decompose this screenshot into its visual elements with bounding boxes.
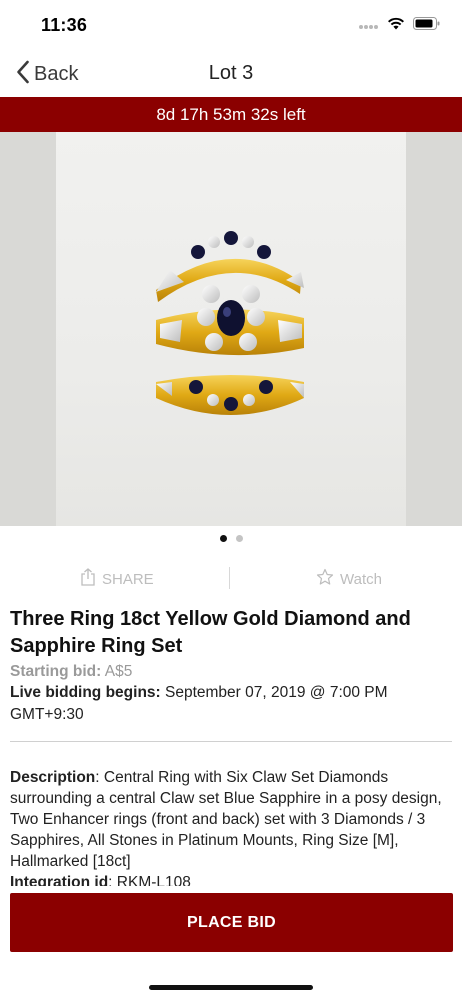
lot-description: Description: Central Ring with Six Claw … bbox=[10, 767, 450, 886]
ring-set-illustration bbox=[156, 231, 304, 415]
watch-button[interactable]: Watch bbox=[316, 564, 382, 594]
status-time: 11:36 bbox=[41, 15, 88, 35]
page-dot-1[interactable] bbox=[219, 535, 227, 542]
page-title: Lot 3 bbox=[208, 62, 254, 84]
starting-bid-label: Starting bid: bbox=[10, 663, 102, 680]
signal-dots-icon bbox=[359, 17, 379, 35]
nav-bar: Back Lot 3 bbox=[0, 50, 462, 97]
page-dot-2[interactable] bbox=[235, 535, 243, 542]
action-row: SHARE Watch bbox=[0, 564, 462, 594]
home-indicator[interactable] bbox=[149, 985, 313, 990]
star-icon bbox=[316, 568, 334, 590]
live-bidding: Live bidding begins: September 07, 2019 … bbox=[10, 682, 450, 726]
lot-photo bbox=[56, 132, 406, 526]
share-button[interactable]: SHARE bbox=[80, 564, 154, 594]
live-bidding-label: Live bidding begins: bbox=[10, 684, 161, 701]
status-bar: 11:36 bbox=[0, 0, 462, 50]
section-divider bbox=[10, 741, 452, 742]
share-label: SHARE bbox=[102, 570, 154, 588]
starting-bid: Starting bid: A$5 bbox=[10, 661, 132, 683]
image-gallery[interactable] bbox=[0, 132, 462, 526]
lot-title: Three Ring 18ct Yellow Gold Diamond and … bbox=[10, 608, 411, 657]
description-label: Description bbox=[10, 769, 96, 786]
integration-label: Integration id bbox=[10, 874, 109, 886]
integration-value: : RKM-L108 bbox=[108, 874, 191, 886]
watch-label: Watch bbox=[340, 570, 382, 588]
starting-bid-value: A$5 bbox=[104, 663, 133, 680]
action-divider bbox=[229, 567, 230, 589]
gallery-page-indicator[interactable] bbox=[0, 535, 462, 542]
wifi-icon bbox=[387, 17, 405, 35]
countdown-banner: 8d 17h 53m 32s left bbox=[0, 97, 462, 132]
share-icon bbox=[80, 568, 96, 590]
status-icons bbox=[359, 17, 440, 35]
place-bid-button[interactable]: PLACE BID bbox=[10, 893, 453, 952]
battery-icon bbox=[413, 17, 440, 35]
